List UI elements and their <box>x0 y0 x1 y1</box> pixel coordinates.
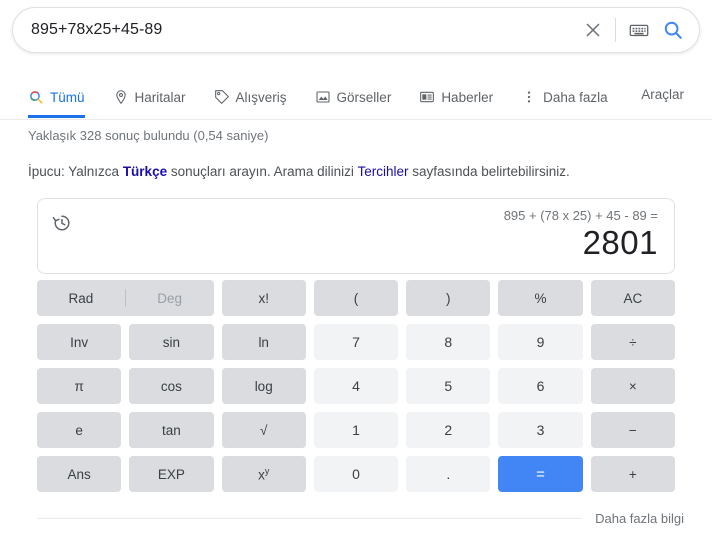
rad-button[interactable]: Rad <box>37 280 125 316</box>
calc-key-decimal[interactable]: . <box>406 456 491 492</box>
tip-preferences-link[interactable]: Tercihler <box>357 164 408 179</box>
calc-key-1[interactable]: 1 <box>313 412 399 448</box>
result-stats: Yaklaşık 328 sonuç bulundu (0,54 saniye) <box>28 128 269 143</box>
tab-tumu[interactable]: Tümü <box>28 76 85 118</box>
tab-active-underline <box>28 115 85 118</box>
search-input[interactable] <box>13 8 576 52</box>
deg-button[interactable]: Deg <box>126 280 214 316</box>
search-tabs: Tümü Haritalar Alışveriş Görseller Haber… <box>28 76 636 120</box>
calc-key-7[interactable]: 7 <box>313 324 399 360</box>
calc-key-cos[interactable]: cos <box>129 368 214 404</box>
tag-icon <box>214 89 230 105</box>
calc-key-equals[interactable]: = <box>498 456 583 492</box>
calc-key-close-paren[interactable]: ) <box>406 280 491 316</box>
calc-key-3[interactable]: 3 <box>498 412 583 448</box>
history-icon[interactable] <box>51 212 73 234</box>
search-bar-container <box>12 7 700 53</box>
search-icon <box>28 89 44 105</box>
calc-key-2[interactable]: 2 <box>406 412 491 448</box>
calc-key-sqrt[interactable]: √ <box>221 412 306 448</box>
calc-key-8[interactable]: 8 <box>406 324 491 360</box>
calc-key-e[interactable]: e <box>37 412 122 448</box>
search-divider <box>615 18 616 42</box>
tab-haberler[interactable]: Haberler <box>419 76 493 118</box>
calc-key-0[interactable]: 0 <box>313 456 399 492</box>
tab-label: Alışveriş <box>235 90 287 105</box>
calc-key-5[interactable]: 5 <box>406 368 491 404</box>
news-icon <box>419 89 435 105</box>
tab-label: Haberler <box>441 90 494 105</box>
calc-key-6[interactable]: 6 <box>498 368 583 404</box>
map-pin-icon <box>113 89 129 105</box>
more-vert-icon <box>521 89 537 105</box>
tab-label: Daha fazla <box>543 90 608 105</box>
tip-prefix: İpucu: Yalnızca <box>28 164 123 179</box>
tab-alisveris[interactable]: Alışveriş <box>214 76 287 118</box>
keyboard-icon[interactable] <box>625 16 653 44</box>
calculator-expression: 895 + (78 x 25) + 45 - 89 = <box>503 208 658 223</box>
language-tip: İpucu: Yalnızca Türkçe sonuçları arayın.… <box>28 164 570 179</box>
calc-key-4[interactable]: 4 <box>313 368 399 404</box>
close-icon[interactable] <box>576 13 610 47</box>
tools-button[interactable]: Araçlar <box>641 87 684 102</box>
search-tabs-bar: Tümü Haritalar Alışveriş Görseller Haber… <box>0 76 712 120</box>
tab-gorseller[interactable]: Görseller <box>315 76 392 118</box>
footer-divider <box>37 518 582 519</box>
calc-key-sin[interactable]: sin <box>129 324 214 360</box>
calc-key-Inv[interactable]: Inv <box>37 324 122 360</box>
tip-middle: sonuçları arayın. Arama dilinizi <box>167 164 358 179</box>
tab-label: Tümü <box>50 90 85 105</box>
calc-key-xy[interactable]: xy <box>221 456 306 492</box>
tab-label: Görseller <box>336 90 392 105</box>
image-icon <box>315 89 331 105</box>
calc-key-9[interactable]: 9 <box>498 324 583 360</box>
rad-deg-toggle[interactable]: Rad Deg <box>37 280 214 316</box>
calc-key-divide[interactable]: ÷ <box>590 324 675 360</box>
calculator-keypad: Rad Deg x!()% AC Inv sin ln 7 8 9 ÷ π cos log 4 5 6 × e t… <box>37 280 675 492</box>
calc-key-ln[interactable]: ln <box>221 324 306 360</box>
calc-key-tan[interactable]: tan <box>129 412 214 448</box>
calc-key-plus[interactable]: + <box>590 456 675 492</box>
search-icon[interactable] <box>653 10 693 50</box>
calc-key-log[interactable]: log <box>221 368 306 404</box>
tip-language-link[interactable]: Türkçe <box>123 164 167 179</box>
tab-daha-fazla[interactable]: Daha fazla <box>521 76 608 118</box>
calc-key-x-factorial[interactable]: x! <box>221 280 306 316</box>
calc-key-Ans[interactable]: Ans <box>37 456 122 492</box>
more-info-link[interactable]: Daha fazla bilgi <box>595 511 684 526</box>
search-bar[interactable] <box>12 7 700 53</box>
calculator-result: 2801 <box>582 224 658 261</box>
calc-key-EXP[interactable]: EXP <box>129 456 214 492</box>
tab-haritalar[interactable]: Haritalar <box>113 76 186 118</box>
calc-key-minus[interactable]: − <box>590 412 675 448</box>
calc-key-pi[interactable]: π <box>37 368 122 404</box>
calc-key-AC[interactable]: AC <box>590 280 675 316</box>
calc-key-open-paren[interactable]: ( <box>313 280 399 316</box>
calculator-result-card: 895 + (78 x 25) + 45 - 89 = 2801 <box>37 198 675 274</box>
tab-label: Haritalar <box>134 90 186 105</box>
calc-key-percent[interactable]: % <box>498 280 583 316</box>
tip-suffix: sayfasında belirtebilirsiniz. <box>408 164 570 179</box>
calc-key-multiply[interactable]: × <box>590 368 675 404</box>
